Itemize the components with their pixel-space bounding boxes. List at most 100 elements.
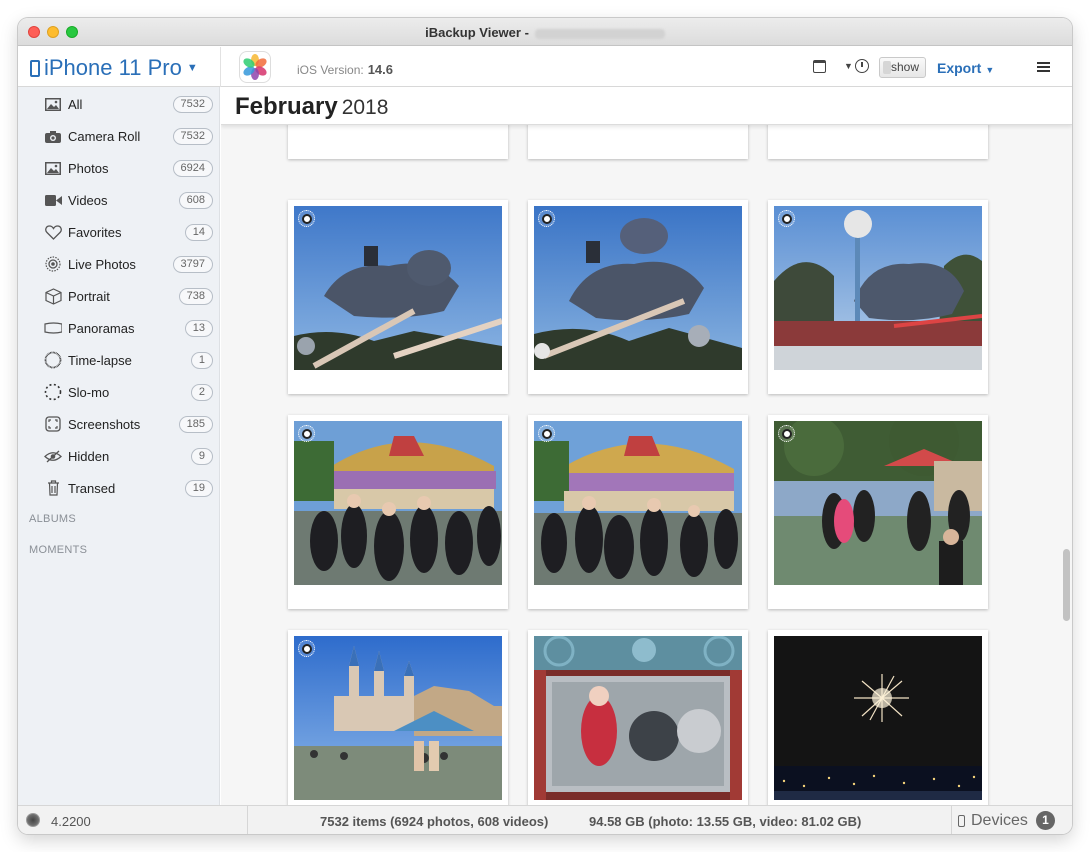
photo-tile[interactable]: [528, 200, 748, 394]
dumbo-ride-photo: [534, 206, 742, 370]
sidebar-item-label: Time-lapse: [68, 352, 132, 368]
chevron-down-icon: ▼: [985, 65, 995, 75]
vertical-scrollbar[interactable]: [1063, 549, 1070, 621]
status-divider: [247, 806, 248, 834]
live-photo-icon: [538, 210, 555, 227]
sidebar-item-label: Camera Roll: [68, 128, 141, 144]
calendar-icon[interactable]: [813, 60, 826, 73]
sidebar-item-label: Hidden: [68, 448, 110, 464]
castle-photo: [294, 636, 502, 800]
sidebar-item-transed[interactable]: Transed 19: [18, 472, 220, 504]
sidebar-item-portrait[interactable]: Portrait 738: [18, 280, 220, 312]
chevron-down-icon: ▼: [186, 62, 198, 74]
photo-thumbnail: [534, 206, 742, 370]
photo-thumbnail: [774, 636, 982, 800]
live-photo-icon: [44, 256, 62, 272]
sidebar-item-label: Photos: [68, 160, 109, 176]
sidebar-item-photos[interactable]: Photos 6924: [18, 152, 220, 184]
trash-icon: [44, 480, 62, 496]
date-sort-button[interactable]: ▼: [844, 59, 869, 73]
sidebar-item-screenshots[interactable]: Screenshots 185: [18, 408, 220, 440]
photo-tile[interactable]: [288, 200, 508, 394]
sidebar-item-label: Transed: [68, 480, 116, 496]
count-badge: 608: [178, 191, 213, 209]
sidebar: All 7532 Camera Roll 7532 Photos 6924 Vi…: [18, 87, 220, 805]
toolbar: iPhone 11 Pro ▼ iOS Version: 14.6 ▼ show …: [18, 47, 1072, 87]
moments-section-header[interactable]: MOMENTS: [29, 544, 87, 556]
clock-icon: [854, 59, 869, 73]
month-header: February 2018: [221, 87, 1072, 125]
count-badge: 14: [184, 223, 213, 241]
device-selector[interactable]: iPhone 11 Pro ▼: [30, 55, 198, 81]
sidebar-item-hidden[interactable]: Hidden 9: [18, 440, 220, 472]
live-photo-icon: [298, 425, 315, 442]
ios-version-info: iOS Version: 14.6: [297, 62, 393, 77]
timelapse-icon: [44, 351, 62, 369]
redacted-device-name: [534, 28, 665, 39]
cube-icon: [44, 287, 62, 305]
photo-tile[interactable]: [528, 415, 748, 609]
sidebar-item-videos[interactable]: Videos 608: [18, 184, 220, 216]
panorama-icon: [44, 320, 62, 336]
carousel-crowd-photo: [534, 421, 742, 585]
park-crowd-photo: [774, 421, 982, 585]
hamburger-menu-icon[interactable]: [1037, 62, 1050, 72]
export-label: Export: [937, 60, 982, 76]
month-name: February: [235, 93, 338, 120]
show-toggle[interactable]: show: [879, 57, 926, 78]
live-photo-icon: [538, 425, 555, 442]
heart-icon: [44, 224, 62, 240]
photos-app-icon: [240, 52, 270, 82]
sidebar-item-label: Favorites: [68, 224, 122, 240]
devices-label: Devices: [971, 811, 1028, 829]
count-badge: 19: [184, 479, 213, 497]
toolbar-divider: [220, 47, 221, 87]
screenshot-icon: [44, 416, 62, 432]
photo-thumbnail: [534, 421, 742, 585]
sidebar-item-favorites[interactable]: Favorites 14: [18, 216, 220, 248]
fireworks-photo: [774, 636, 982, 800]
count-badge: 6924: [172, 159, 213, 177]
shop-window-photo: [534, 636, 742, 800]
dumbo-ride-lamp-photo: [774, 206, 982, 370]
item-count-summary: 7532 items (6924 photos, 608 videos): [320, 814, 549, 829]
video-icon: [44, 192, 62, 208]
month-title: February 2018: [235, 93, 388, 121]
devices-button[interactable]: Devices 1: [958, 811, 1055, 830]
albums-section-header[interactable]: ALBUMS: [29, 513, 76, 525]
status-indicator-icon: [26, 813, 40, 827]
sidebar-item-label: Slo-mo: [68, 384, 110, 400]
sidebar-item-panoramas[interactable]: Panoramas 13: [18, 312, 220, 344]
photo-thumbnail: [534, 636, 742, 800]
photo-tile[interactable]: [288, 630, 508, 805]
count-badge: 3797: [172, 255, 213, 273]
photo-tile[interactable]: [768, 200, 988, 394]
live-photo-icon: [298, 210, 315, 227]
sidebar-item-time-lapse[interactable]: Time-lapse 1: [18, 344, 220, 376]
month-year: 2018: [341, 96, 389, 119]
photo-tile[interactable]: [768, 630, 988, 805]
devices-count-badge: 1: [1035, 811, 1055, 830]
photo-icon: [44, 160, 62, 176]
sidebar-item-camera-roll[interactable]: Camera Roll 7532: [18, 120, 220, 152]
slomo-icon: [44, 383, 62, 401]
count-badge: 7532: [172, 95, 213, 113]
sidebar-item-all[interactable]: All 7532: [18, 88, 220, 120]
ios-version-value: 14.6: [367, 62, 394, 77]
sidebar-item-live-photos[interactable]: Live Photos 3797: [18, 248, 220, 280]
sidebar-item-label: Panoramas: [68, 320, 135, 336]
caret-down-icon: ▼: [844, 61, 853, 71]
count-badge: 7532: [172, 127, 213, 145]
export-button[interactable]: Export ▼: [937, 60, 994, 76]
photo-tile[interactable]: [768, 415, 988, 609]
photo-tile[interactable]: [528, 630, 748, 805]
photo-tile[interactable]: [288, 415, 508, 609]
count-badge: 2: [190, 383, 213, 401]
title-bar: iBackup Viewer -: [18, 18, 1072, 46]
photo-thumbnail: [294, 636, 502, 800]
sidebar-item-slo-mo[interactable]: Slo-mo 2: [18, 376, 220, 408]
app-version: 4.2200: [51, 814, 91, 829]
live-photo-icon: [778, 425, 795, 442]
photo-thumbnail: [774, 421, 982, 585]
status-bar: 4.2200 7532 items (6924 photos, 608 vide…: [18, 805, 1072, 834]
